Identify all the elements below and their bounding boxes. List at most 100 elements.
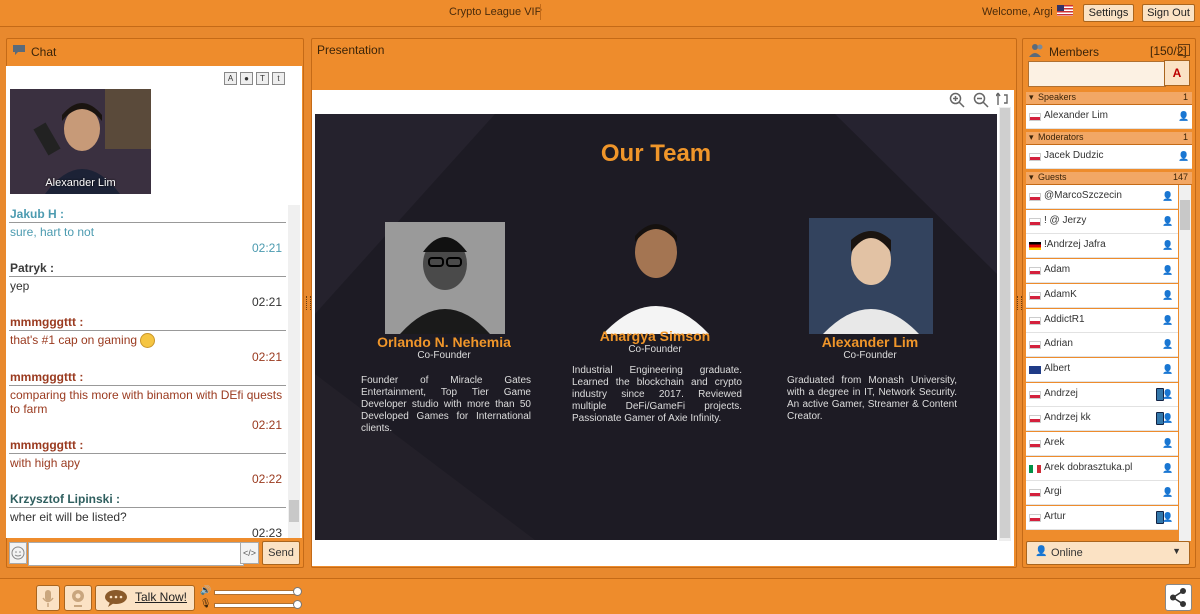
member-bio: Industrial Engineering graduate. Learned…: [572, 365, 742, 424]
member-row[interactable]: Andrzej kk 👤: [1026, 407, 1178, 432]
collapse-members-icon[interactable]: −: [1178, 44, 1190, 56]
chat-bubble-icon: [12, 44, 26, 60]
member-row[interactable]: AdamK 👤: [1026, 283, 1178, 308]
mic-volume-knob[interactable]: [293, 600, 302, 609]
section-guests[interactable]: ▾ Guests 147: [1026, 172, 1192, 185]
section-label: Moderators: [1038, 132, 1084, 142]
members-title: Members: [1049, 45, 1100, 59]
message-time: 02:21: [251, 350, 282, 365]
message-author: mmmgggttt :: [9, 313, 286, 331]
message-text: sure, hart to not: [10, 225, 95, 239]
person-icon: 👤: [1162, 339, 1174, 350]
chat-scrollbar[interactable]: [288, 205, 300, 538]
member-row[interactable]: Argi 👤: [1026, 481, 1178, 506]
zoom-out-icon[interactable]: [973, 92, 989, 111]
sign-out-button[interactable]: Sign Out: [1142, 4, 1195, 22]
chat-message-input[interactable]: [28, 542, 244, 566]
member-row[interactable]: Andrzej 👤: [1026, 382, 1178, 407]
poland-flag-icon: [1029, 514, 1041, 523]
poland-flag-icon: [1029, 489, 1041, 498]
settings-button[interactable]: Settings: [1083, 4, 1134, 22]
members-scroll-thumb[interactable]: [1180, 200, 1190, 230]
code-icon[interactable]: </>: [240, 542, 259, 564]
message-author: mmmgggttt :: [9, 436, 286, 455]
webcam-icon: [72, 590, 84, 607]
member-name: Adam: [1044, 264, 1071, 276]
chat-message: mmmgggttt : comparing this more with bin…: [9, 368, 286, 432]
poland-flag-icon: [1029, 316, 1041, 325]
member-name: Anargya Simson: [599, 328, 711, 344]
collapse-arrow-icon: ▾: [1029, 92, 1034, 102]
welcome-text: Welcome, Argi: [982, 6, 1053, 18]
share-button[interactable]: [1165, 584, 1192, 611]
member-row[interactable]: ! @ Jerzy 👤: [1026, 209, 1178, 234]
mic-volume-slider[interactable]: [214, 603, 300, 608]
member-row[interactable]: Albert 👤: [1026, 357, 1178, 382]
message-text: wher eit will be listed?: [10, 510, 127, 525]
person-icon: 👤: [1162, 215, 1174, 226]
member-name: AddictR1: [1044, 313, 1085, 325]
section-speakers[interactable]: ▾ Speakers 1: [1026, 92, 1192, 105]
person-icon: 👤: [1162, 462, 1174, 473]
member-row[interactable]: Adrian 👤: [1026, 333, 1178, 358]
member-row[interactable]: AddictR1 👤: [1026, 308, 1178, 333]
member-name: Andrzej: [1044, 387, 1078, 399]
chat-message: Krzysztof Lipinski : wher eit will be li…: [9, 490, 286, 538]
font-size-button[interactable]: A: [1164, 60, 1190, 86]
share-icon: [1170, 588, 1186, 607]
send-button[interactable]: Send: [262, 541, 300, 565]
poland-flag-icon: [1029, 415, 1041, 424]
member-name: AdamK: [1044, 288, 1077, 300]
speaker-volume-slider[interactable]: [214, 590, 300, 595]
video-speaker-name: Alexander Lim: [45, 177, 116, 189]
message-time: 02:21: [251, 241, 282, 255]
members-search-input[interactable]: [1028, 61, 1166, 87]
member-row[interactable]: Adam 👤: [1026, 259, 1178, 284]
member-row[interactable]: Arek dobrasztuka.pl 👤: [1026, 456, 1178, 481]
talk-now-label[interactable]: Talk Now!: [135, 590, 187, 604]
color-icon[interactable]: ●: [240, 72, 253, 85]
message-author: mmmgggttt :: [9, 368, 286, 387]
chat-title: Chat: [31, 45, 57, 59]
member-row[interactable]: Arek 👤: [1026, 432, 1178, 456]
poland-flag-icon: [1029, 341, 1041, 350]
person-icon: 👤: [1162, 388, 1174, 399]
microphone-button[interactable]: [36, 585, 60, 611]
section-count: 1: [1182, 92, 1188, 102]
mic-volume-icon: 🎙: [200, 598, 212, 608]
speaker-volume-knob[interactable]: [293, 587, 302, 596]
section-moderators[interactable]: ▾ Moderators 1: [1026, 132, 1192, 145]
microphone-icon: [42, 590, 54, 607]
member-row[interactable]: Artur 👤: [1026, 506, 1178, 531]
us-flag-icon: [1057, 5, 1073, 16]
text-larger-icon[interactable]: T: [256, 72, 269, 85]
poland-flag-icon: [1029, 153, 1041, 161]
status-select[interactable]: 👤 Online ▼: [1026, 541, 1190, 565]
collapse-arrow-icon: ▾: [1029, 172, 1034, 182]
title-divider: [540, 4, 541, 20]
member-role: Co-Founder: [628, 344, 682, 355]
webcam-button[interactable]: [64, 585, 92, 611]
presentation-scroll-thumb[interactable]: [1000, 108, 1010, 538]
member-row[interactable]: Jacek Dudzic 👤: [1026, 145, 1192, 169]
members-scrollbar[interactable]: [1179, 185, 1191, 541]
smiley-emoji-icon: [140, 333, 156, 349]
zoom-in-icon[interactable]: [949, 92, 965, 111]
chat-message: Patryk : yep 02:21: [9, 259, 286, 309]
message-author: Krzysztof Lipinski :: [9, 490, 286, 509]
chat-resize-handle[interactable]: [306, 296, 311, 310]
member-row[interactable]: @MarcoSzczecin 👤: [1026, 185, 1178, 209]
member-name: Arek: [1044, 437, 1065, 448]
emoji-button[interactable]: [9, 542, 27, 564]
member-name: @MarcoSzczecin: [1044, 190, 1122, 201]
member-row[interactable]: !Andrzej Jafra 👤: [1026, 234, 1178, 259]
text-smaller-icon[interactable]: t: [272, 72, 285, 85]
speech-bubble-icon: [105, 590, 127, 607]
message-text: comparing this more with binamon with DE…: [10, 388, 283, 417]
bold-text-icon[interactable]: A: [224, 72, 237, 85]
person-icon: 👤: [1162, 413, 1174, 424]
chat-scroll-thumb[interactable]: [289, 500, 299, 522]
member-name: Argi: [1044, 486, 1062, 498]
chat-message: Jakub H : sure, hart to not 02:21: [9, 205, 286, 255]
member-row[interactable]: Alexander Lim 👤: [1026, 105, 1192, 129]
